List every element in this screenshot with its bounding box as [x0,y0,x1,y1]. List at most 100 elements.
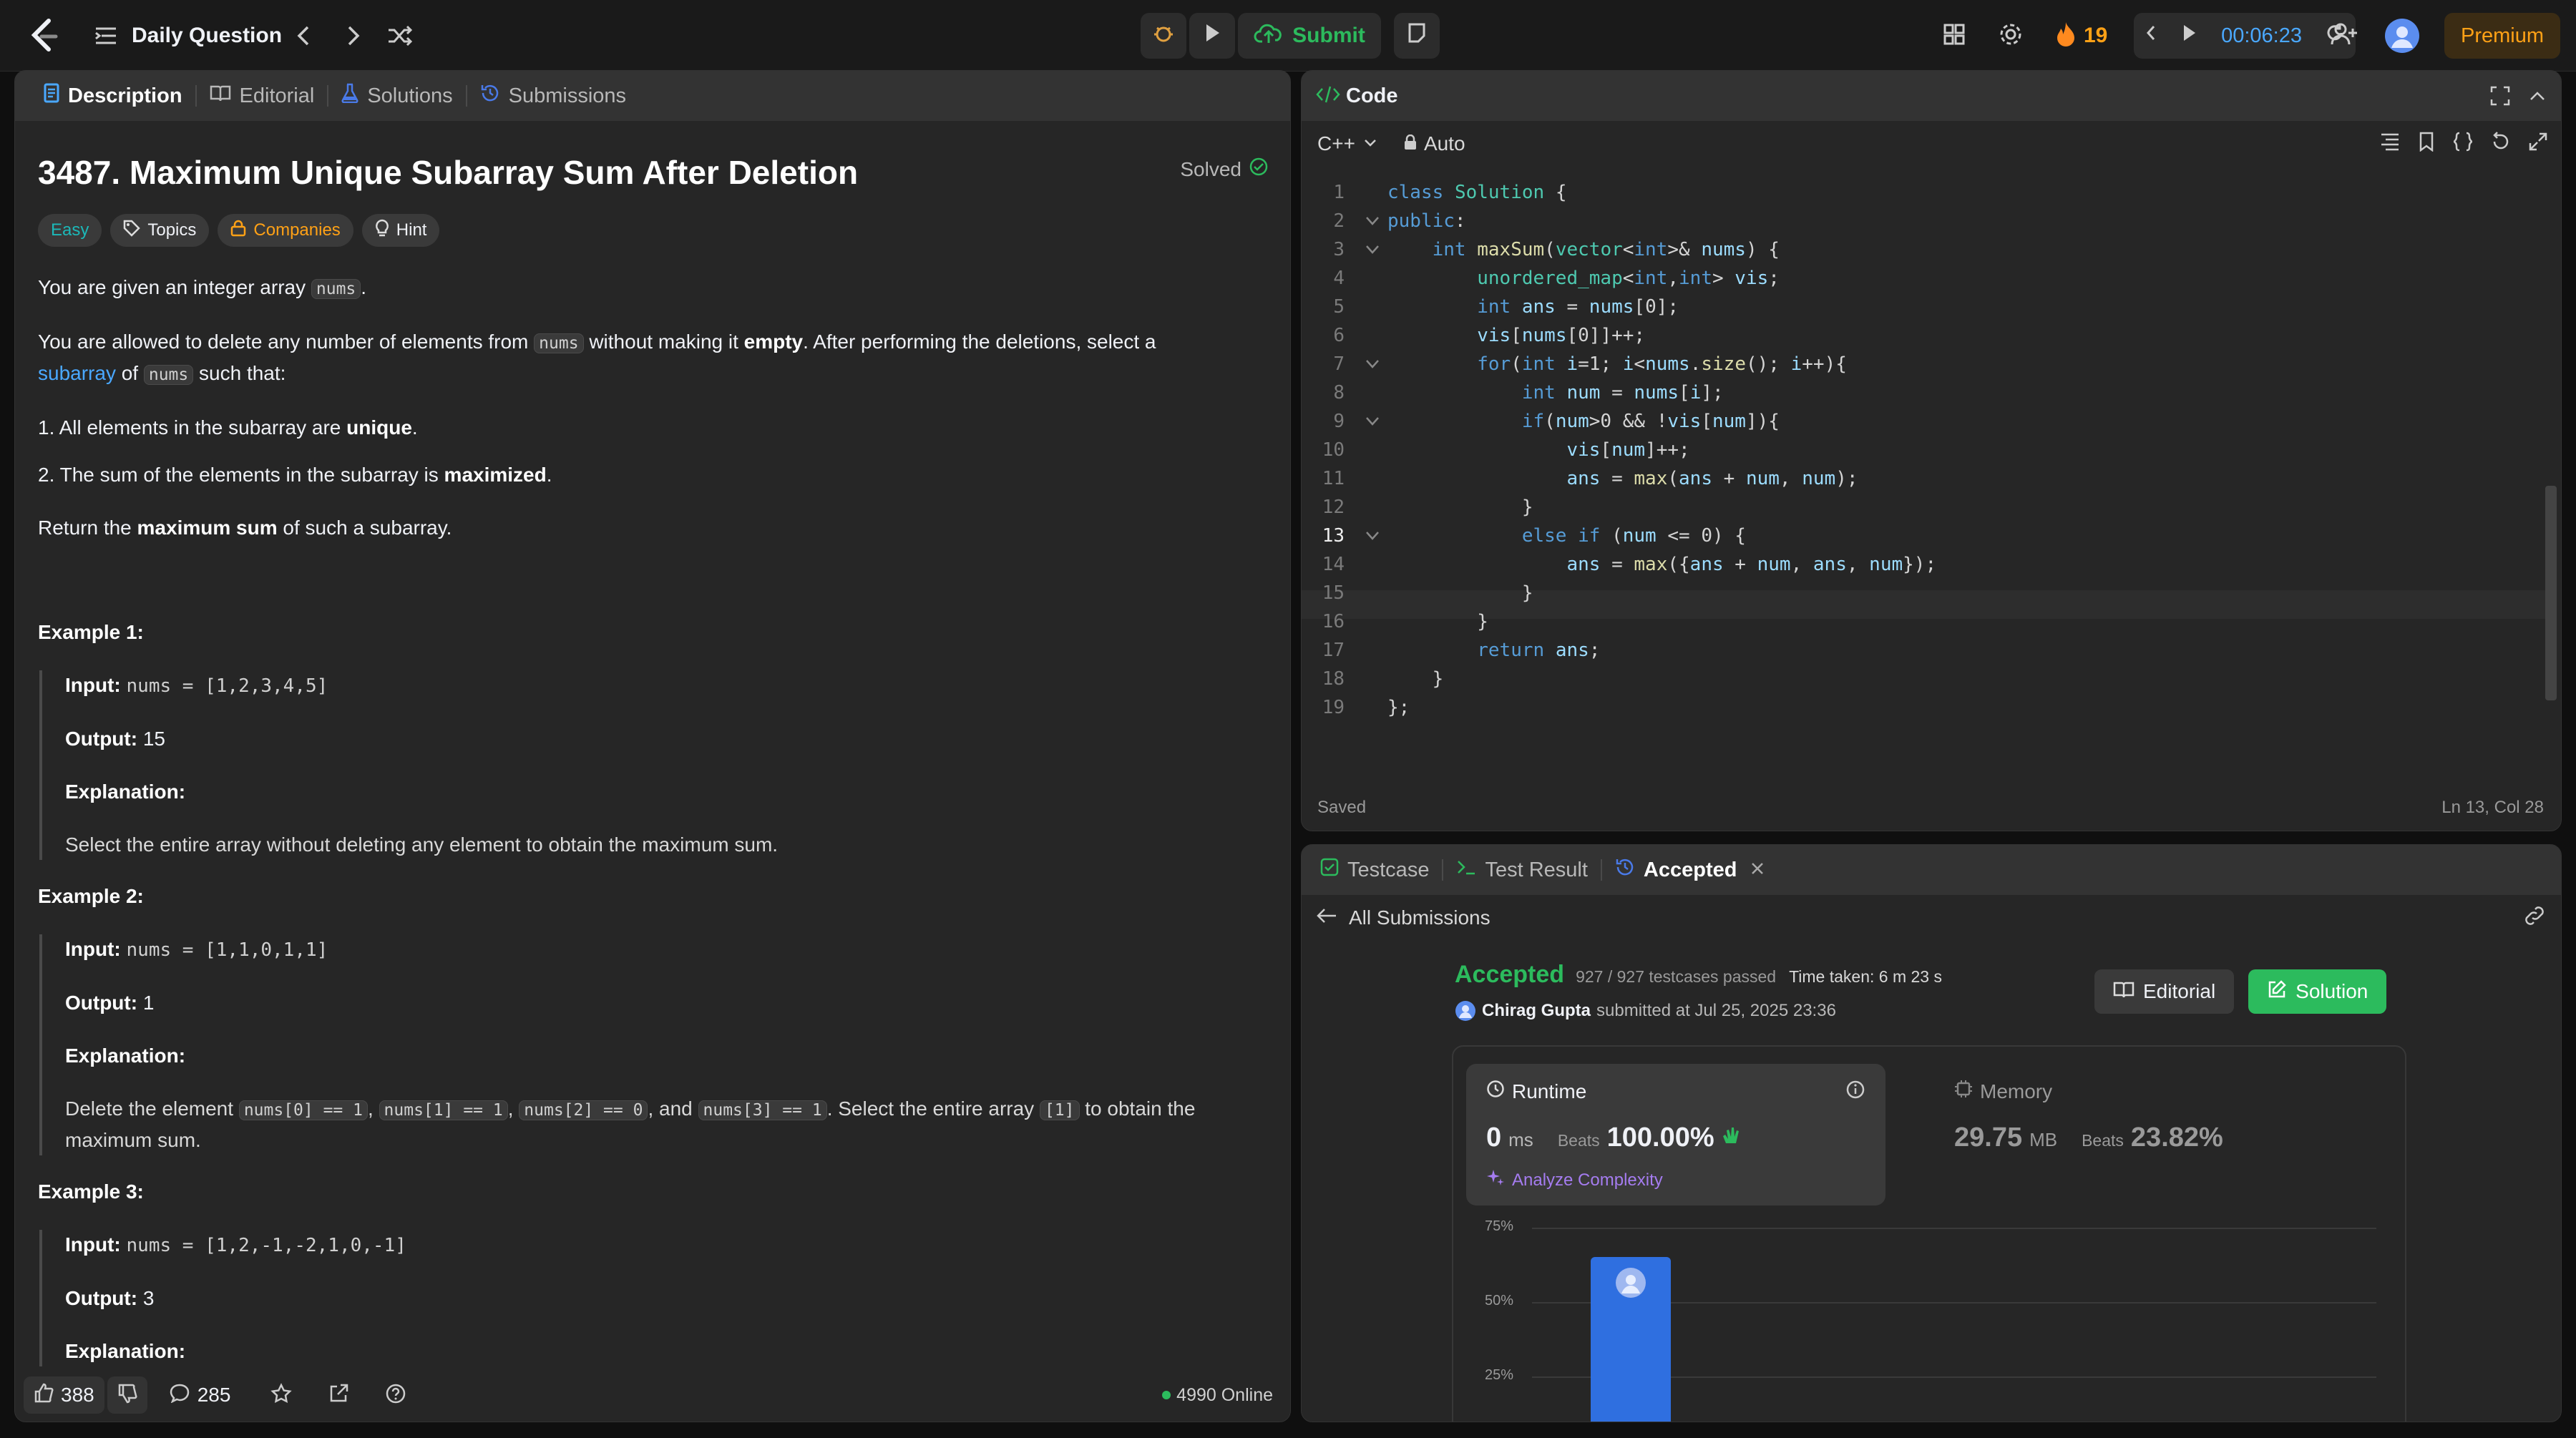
invite-button[interactable] [2330,0,2358,72]
settings-button[interactable] [1998,0,2024,72]
avatar[interactable] [2384,0,2420,72]
tick-label: 75% [1485,1218,1514,1234]
shuffle-button[interactable] [386,0,414,72]
debug-button[interactable] [1141,13,1186,59]
line-number: 12 [1322,497,1345,518]
run-button[interactable] [1189,13,1235,59]
dislike-button[interactable] [107,1376,147,1414]
autocomplete-mode[interactable]: Auto [1404,132,1465,155]
info-icon[interactable] [1845,1080,1865,1103]
streak-counter[interactable]: 19 [2055,0,2107,72]
code-line: } [1387,611,1488,632]
list-icon [93,23,119,49]
hint-badge[interactable]: Hint [361,214,440,247]
companies-badge[interactable]: Companies [218,214,353,247]
code-line: int ans = nums[0]; [1477,296,1679,318]
close-icon[interactable] [1750,859,1765,882]
submit-button[interactable]: Submit [1238,13,1381,59]
help-button[interactable] [385,1383,406,1408]
fire-icon [2055,21,2077,52]
problem-title[interactable]: 3487. Maximum Unique Subarray Sum After … [38,151,1269,194]
next-problem-button[interactable] [342,0,364,72]
line-number: 8 [1333,382,1345,403]
thumbs-up-icon [34,1383,54,1408]
code-line: else if (num <= 0) { [1521,525,1746,547]
expand-icon[interactable] [2528,132,2548,157]
back-to-submissions[interactable]: All Submissions [1316,895,2547,941]
line-number: 13 [1322,525,1345,547]
play-icon [1202,22,1222,49]
tab-solutions[interactable]: Solutions [328,71,465,121]
editorial-button[interactable]: Editorial [2094,969,2235,1014]
tick-label: 50% [1485,1293,1514,1309]
editor-toolbar: C++ Auto [1302,121,2561,167]
gear-icon [1998,21,2024,51]
difficulty-badge: Easy [38,214,102,247]
runtime-bar[interactable] [1591,1257,1671,1422]
topics-badge[interactable]: Topics [110,214,210,247]
submission-summary: Accepted 927 / 927 testcases passed Time… [1455,961,1942,1022]
chevron-up-icon[interactable] [2527,85,2548,110]
tag-row: Easy Topics Companies Hint [38,214,1269,247]
top-bar: Daily Question Submit 19 00:06:23 Premiu… [0,0,2576,72]
like-button[interactable]: 388 [24,1376,104,1414]
code-line: vis[num]++; [1566,439,1690,461]
subarray-link[interactable]: subarray [38,362,116,384]
tab-editorial[interactable]: Editorial [197,71,328,121]
daily-question-title: Daily Question [132,24,283,47]
play-icon[interactable] [2180,22,2199,49]
fold-chevron-icon[interactable] [1365,244,1380,259]
comments-button[interactable]: 285 [169,1383,230,1408]
chevron-left-icon[interactable] [2144,22,2158,49]
notes-button[interactable] [1394,13,1440,59]
submitter-name[interactable]: Chirag Gupta [1482,1001,1591,1021]
tab-test-result[interactable]: Test Result [1443,845,1600,895]
share-button[interactable] [328,1383,349,1408]
line-number: 10 [1322,439,1345,461]
favorite-button[interactable] [270,1382,293,1408]
analyze-complexity-link[interactable]: Analyze Complexity [1486,1168,1663,1192]
desc-paragraph-2: You are allowed to delete any number of … [38,331,1156,385]
tab-description[interactable]: Description [31,71,195,121]
editor-scrollbar[interactable] [2545,486,2557,700]
online-dot-icon [1162,1391,1171,1399]
example-3-block: Input: nums = [1,2,-1,-2,1,0,-1] Output:… [39,1230,1269,1366]
layout-button[interactable] [1942,0,1966,72]
undo-icon[interactable] [2491,131,2511,157]
code-editor[interactable]: 1 class Solution {2 public: 3 int maxSum(ve… [1302,178,2547,793]
runtime-card[interactable]: Runtime 0 ms Beats 100.00% Analyze Compl… [1466,1064,1885,1205]
bookmark-icon[interactable] [2418,132,2435,157]
fold-chevron-icon[interactable] [1365,358,1380,373]
link-icon[interactable] [2522,905,2547,931]
tab-submissions[interactable]: Submissions [467,71,639,121]
braces-icon[interactable] [2452,132,2474,157]
testcases-passed: 927 / 927 testcases passed [1576,967,1777,986]
sparkle-icon [1486,1168,1505,1192]
result-panel: Testcase Test Result Accepted All Submis… [1301,844,2562,1422]
leetcode-logo-icon[interactable] [29,0,60,72]
tab-accepted[interactable]: Accepted [1602,845,1779,895]
prev-problem-button[interactable] [293,0,315,72]
code-line: }; [1387,697,1410,718]
tab-testcase[interactable]: Testcase [1307,845,1442,895]
problem-list-button[interactable]: Daily Question [93,0,282,72]
fold-chevron-icon[interactable] [1365,530,1380,545]
maximize-icon[interactable] [2489,85,2511,110]
code-line: public: [1387,210,1466,232]
example-3-title: Example 3: [38,1180,144,1203]
code-panel: Code C++ Auto 1 class Solution {2 public: 3… [1301,70,2562,831]
code-line: ans = max({ans + num, ans, num}); [1566,554,1937,575]
format-icon[interactable] [2379,132,2401,157]
memory-value: 29.75 [1954,1122,2023,1153]
timer-widget[interactable]: 00:06:23 [2134,13,2356,59]
left-tab-bar: Description Editorial Solutions Submissi… [15,71,1290,121]
memory-card[interactable]: Memory 29.75 MB Beats 23.82% [1954,1064,2384,1205]
language-select[interactable]: C++ [1317,132,1378,155]
premium-button[interactable]: Premium [2444,13,2560,59]
solution-button[interactable]: Solution [2248,969,2387,1014]
line-number: 19 [1322,697,1345,718]
fold-chevron-icon[interactable] [1365,215,1380,230]
fold-chevron-icon[interactable] [1365,416,1380,431]
runtime-beats: 100.00% [1606,1122,1714,1153]
code-line: vis[nums[0]]++; [1477,325,1646,346]
